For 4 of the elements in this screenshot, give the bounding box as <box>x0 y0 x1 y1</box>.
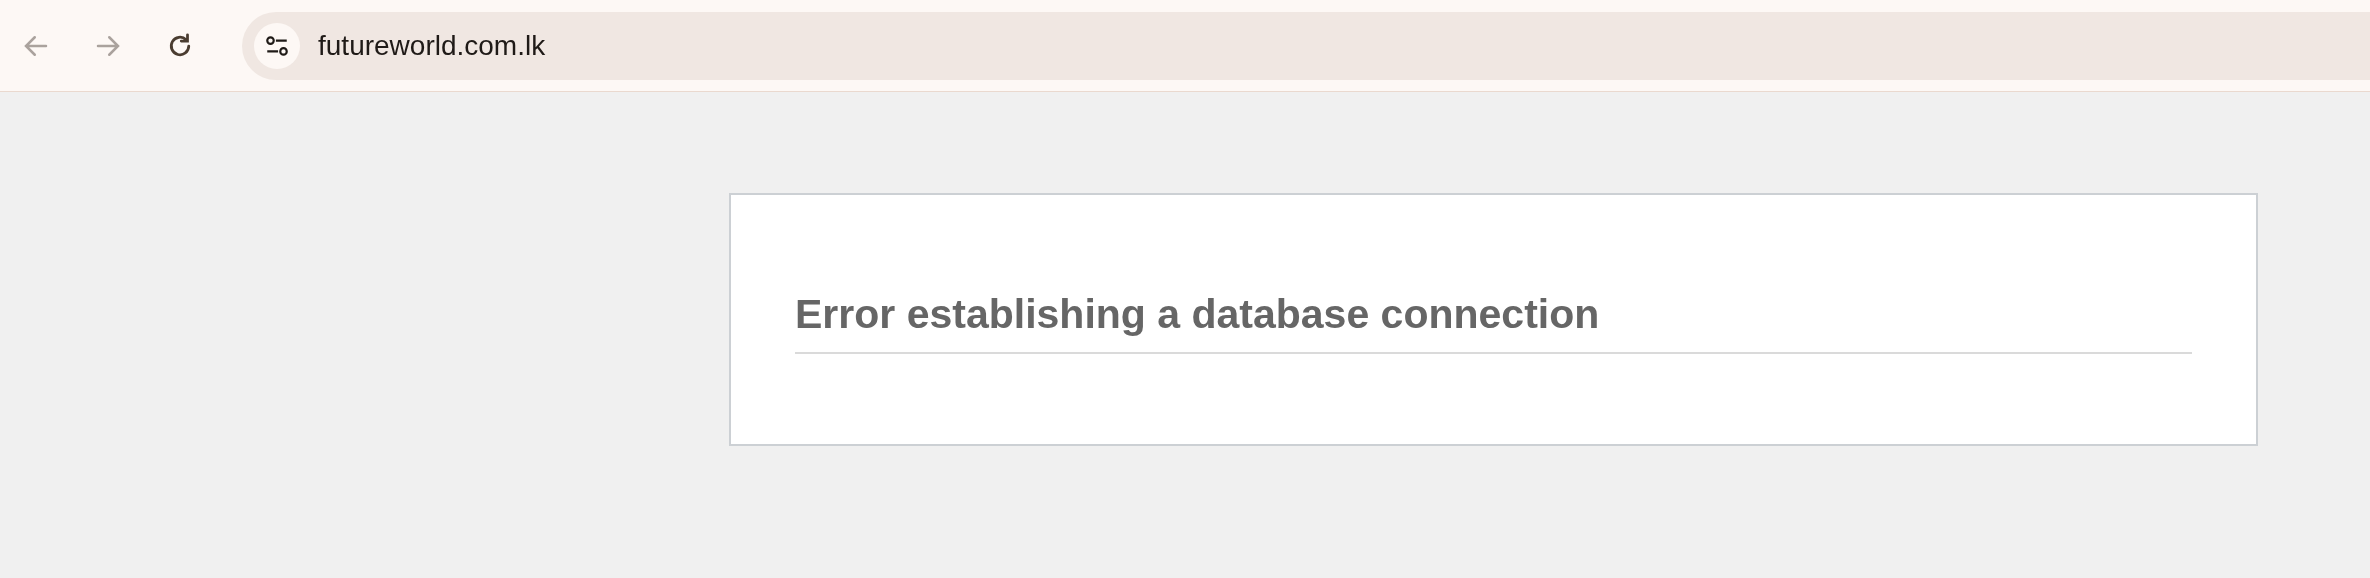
address-bar[interactable]: futureworld.com.lk <box>242 11 2370 80</box>
url-text: futureworld.com.lk <box>318 29 546 62</box>
error-heading: Error establishing a database connection <box>795 291 2192 354</box>
site-info-button[interactable] <box>254 22 300 69</box>
